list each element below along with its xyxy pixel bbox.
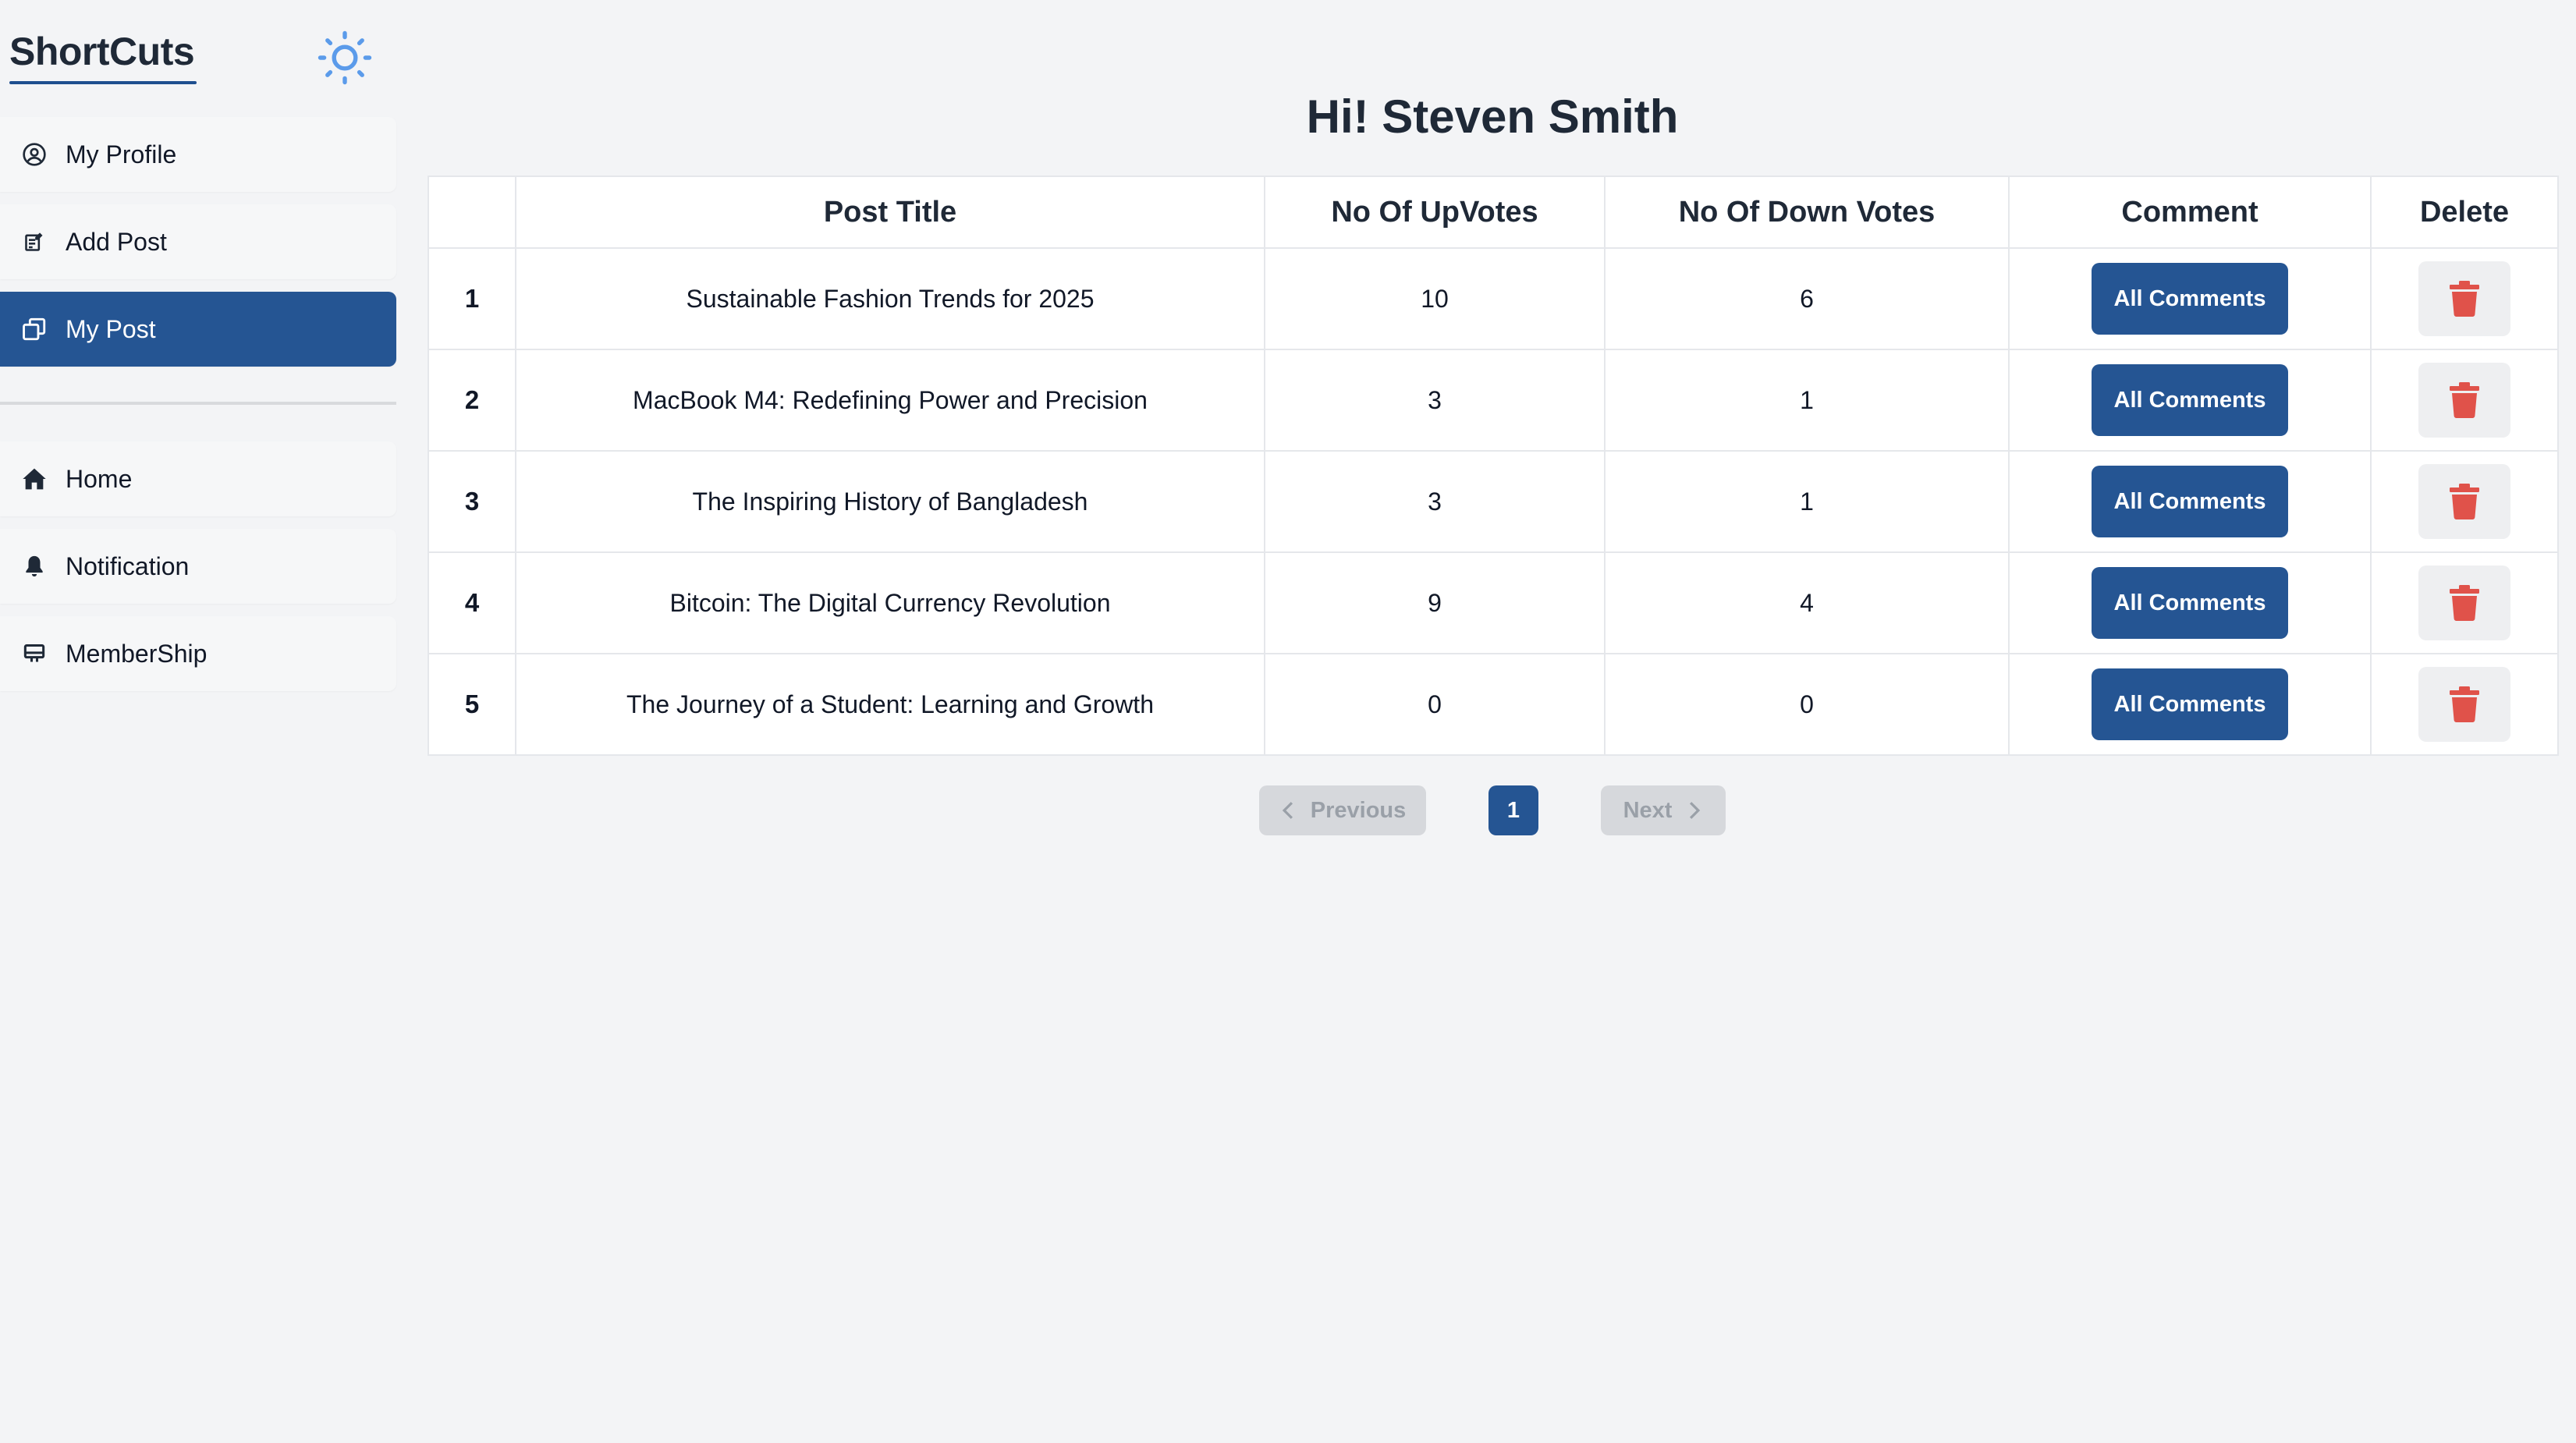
post-title: The Journey of a Student: Learning and G… xyxy=(515,653,1265,756)
delete-cell xyxy=(2370,551,2559,654)
page-number-button[interactable]: 1 xyxy=(1488,785,1538,835)
column-header-delete: Delete xyxy=(2370,176,2559,249)
upvotes-count: 9 xyxy=(1264,551,1606,654)
sidebar-item-label: Notification xyxy=(66,552,190,580)
post-title: MacBook M4: Redefining Power and Precisi… xyxy=(515,349,1265,452)
comment-cell: All Comments xyxy=(2008,349,2372,452)
trash-icon xyxy=(2450,281,2479,317)
row-index: 5 xyxy=(428,653,516,756)
app-root: ShortCuts My Profile Add Post My Post Ho… xyxy=(0,0,2576,1443)
delete-post-button[interactable] xyxy=(2418,667,2510,742)
sidebar-divider xyxy=(0,402,396,405)
sidebar-item-membership[interactable]: MemberShip xyxy=(0,616,396,691)
sidebar-item-home[interactable]: Home xyxy=(0,441,396,516)
column-header-downvotes: No Of Down Votes xyxy=(1604,176,2010,249)
downvotes-count: 0 xyxy=(1604,653,2010,756)
comment-cell: All Comments xyxy=(2008,450,2372,553)
sidebar-item-label: Home xyxy=(66,465,133,493)
upvotes-count: 3 xyxy=(1264,450,1606,553)
trash-icon xyxy=(2450,484,2479,520)
table-header-row: Post Title No Of UpVotes No Of Down Vote… xyxy=(428,176,2559,249)
downvotes-count: 1 xyxy=(1604,450,2010,553)
trash-icon xyxy=(2450,686,2479,723)
column-header-post-title: Post Title xyxy=(515,176,1265,249)
app-logo[interactable]: ShortCuts xyxy=(9,28,195,75)
comment-cell: All Comments xyxy=(2008,247,2372,350)
sidebar-item-notification[interactable]: Notification xyxy=(0,529,396,604)
comment-cell: All Comments xyxy=(2008,653,2372,756)
row-index: 1 xyxy=(428,247,516,350)
edit-note-icon xyxy=(20,228,48,256)
chevron-left-icon xyxy=(1279,800,1297,821)
delete-cell xyxy=(2370,247,2559,350)
sidebar-item-label: MemberShip xyxy=(66,640,208,668)
downvotes-count: 6 xyxy=(1604,247,2010,350)
copy-icon xyxy=(20,315,48,343)
downvotes-count: 1 xyxy=(1604,349,2010,452)
logo-underline xyxy=(9,81,197,84)
previous-label: Previous xyxy=(1310,797,1407,823)
theme-toggle-button[interactable] xyxy=(315,28,374,87)
post-title: The Inspiring History of Bangladesh xyxy=(515,450,1265,553)
previous-page-button[interactable]: Previous xyxy=(1259,785,1426,835)
delete-post-button[interactable] xyxy=(2418,464,2510,539)
sidebar-item-label: My Profile xyxy=(66,140,177,168)
page-greeting: Hi! Steven Smith xyxy=(1306,90,1679,143)
column-header-index xyxy=(428,176,516,249)
all-comments-button[interactable]: All Comments xyxy=(2092,466,2288,537)
sidebar-item-label: Add Post xyxy=(66,228,167,256)
comment-cell: All Comments xyxy=(2008,551,2372,654)
sidebar-item-my-profile[interactable]: My Profile xyxy=(0,117,396,192)
all-comments-button[interactable]: All Comments xyxy=(2092,668,2288,740)
upvotes-count: 10 xyxy=(1264,247,1606,350)
trash-icon xyxy=(2450,585,2479,622)
posts-table: Post Title No Of UpVotes No Of Down Vote… xyxy=(428,176,2559,756)
sun-icon xyxy=(318,30,372,85)
table-row: 1 Sustainable Fashion Trends for 2025 10… xyxy=(428,247,2559,350)
delete-cell xyxy=(2370,349,2559,452)
post-title: Sustainable Fashion Trends for 2025 xyxy=(515,247,1265,350)
post-title: Bitcoin: The Digital Currency Revolution xyxy=(515,551,1265,654)
home-icon xyxy=(20,465,48,493)
delete-cell xyxy=(2370,450,2559,553)
table-body: 1 Sustainable Fashion Trends for 2025 10… xyxy=(428,247,2559,756)
logo-row: ShortCuts xyxy=(0,0,396,94)
downvotes-count: 4 xyxy=(1604,551,2010,654)
column-header-upvotes: No Of UpVotes xyxy=(1264,176,1606,249)
row-index: 4 xyxy=(428,551,516,654)
next-label: Next xyxy=(1623,797,1673,823)
row-index: 2 xyxy=(428,349,516,452)
chevron-right-icon xyxy=(1686,800,1703,821)
delete-post-button[interactable] xyxy=(2418,261,2510,336)
table-row: 4 Bitcoin: The Digital Currency Revoluti… xyxy=(428,551,2559,654)
table-row: 5 The Journey of a Student: Learning and… xyxy=(428,653,2559,756)
upvotes-count: 0 xyxy=(1264,653,1606,756)
all-comments-button[interactable]: All Comments xyxy=(2092,364,2288,436)
table-row: 3 The Inspiring History of Bangladesh 3 … xyxy=(428,450,2559,553)
next-page-button[interactable]: Next xyxy=(1601,785,1726,835)
sidebar-item-label: My Post xyxy=(66,315,156,343)
row-index: 3 xyxy=(428,450,516,553)
delete-cell xyxy=(2370,653,2559,756)
delete-post-button[interactable] xyxy=(2418,566,2510,640)
all-comments-button[interactable]: All Comments xyxy=(2092,567,2288,639)
table-row: 2 MacBook M4: Redefining Power and Preci… xyxy=(428,349,2559,452)
table-header: Post Title No Of UpVotes No Of Down Vote… xyxy=(428,176,2559,249)
monitor-icon xyxy=(20,640,48,668)
all-comments-button[interactable]: All Comments xyxy=(2092,263,2288,335)
bell-icon xyxy=(20,552,48,580)
trash-icon xyxy=(2450,382,2479,419)
sidebar-item-my-post[interactable]: My Post xyxy=(0,292,396,367)
sidebar: ShortCuts My Profile Add Post My Post Ho… xyxy=(0,0,396,1443)
column-header-comment: Comment xyxy=(2008,176,2372,249)
delete-post-button[interactable] xyxy=(2418,363,2510,438)
user-circle-icon xyxy=(20,140,48,168)
sidebar-item-add-post[interactable]: Add Post xyxy=(0,204,396,279)
upvotes-count: 3 xyxy=(1264,349,1606,452)
